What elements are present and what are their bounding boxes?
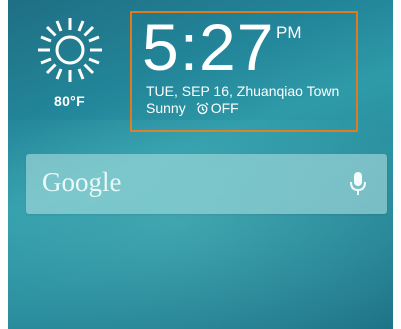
google-logo: Google	[42, 167, 122, 197]
alarm-clock-icon	[196, 102, 209, 114]
microphone-icon[interactable]	[349, 171, 367, 197]
weather-condition-label: Sunny	[146, 100, 186, 116]
alarm-status-label: OFF	[210, 100, 239, 116]
clock-widget[interactable]: 5:27 PM TUE, SEP 16, Zhuanqiao Town Sunn…	[130, 11, 358, 132]
sun-icon[interactable]	[36, 16, 104, 84]
weather-clock-widget: 80°F 5:27 PM TUE, SEP 16, Zhuanqiao Town…	[8, 0, 393, 140]
temperature-label: 80°F	[54, 93, 85, 109]
clock-ampm: PM	[276, 23, 302, 42]
date-location-label: TUE, SEP 16, Zhuanqiao Town	[146, 83, 340, 99]
weather-alarm-line: Sunny OFF	[146, 100, 239, 116]
home-screen: 80°F 5:27 PM TUE, SEP 16, Zhuanqiao Town…	[8, 0, 393, 329]
google-search-bar[interactable]: Google	[26, 154, 387, 214]
clock-time: 5:27	[142, 10, 275, 84]
